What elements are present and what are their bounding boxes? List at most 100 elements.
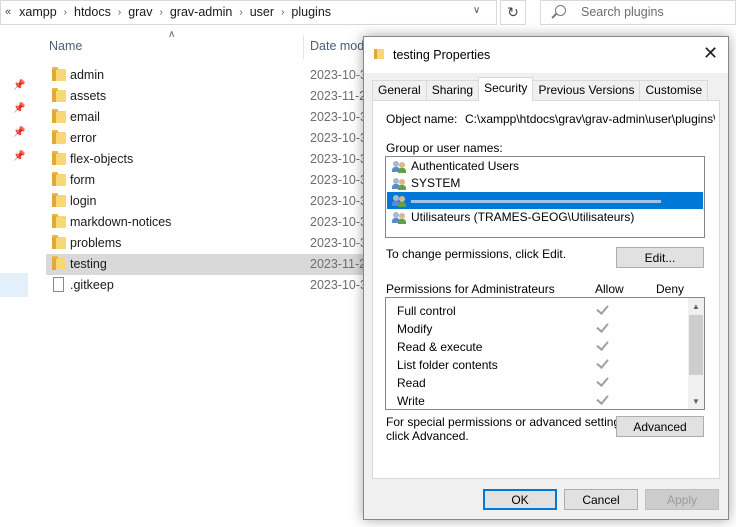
advanced-button[interactable]: Advanced <box>616 416 704 437</box>
properties-dialog: testing Properties ✕ General Sharing Sec… <box>363 36 729 520</box>
breadcrumb-item[interactable]: grav <box>128 5 152 19</box>
permissions-scrollbar[interactable]: ▲ ▼ <box>688 298 704 409</box>
breadcrumb-item[interactable]: htdocs <box>74 5 111 19</box>
tab-security[interactable]: Security <box>478 77 534 101</box>
permission-name: Modify <box>397 322 433 336</box>
ok-button[interactable]: OK <box>483 489 557 510</box>
allow-check-icon <box>596 302 609 315</box>
column-divider[interactable] <box>303 35 304 59</box>
scroll-up-icon[interactable]: ▲ <box>688 298 704 314</box>
apply-button[interactable]: Apply <box>645 489 719 510</box>
breadcrumb-chevron-icon[interactable]: › <box>239 7 242 18</box>
tab-previous-versions[interactable]: Previous Versions <box>532 80 641 100</box>
user-name: Authenticated Users <box>411 159 520 173</box>
refresh-icon: ↻ <box>507 4 519 20</box>
group-users-label: Group or user names: <box>386 141 503 155</box>
folder-icon <box>52 235 66 249</box>
breadcrumb-chevron-icon[interactable]: › <box>118 7 121 18</box>
file-name: problems <box>70 236 122 250</box>
list-item[interactable]: error 2023-10-30 <box>46 128 374 149</box>
search-placeholder: Search plugins <box>581 5 664 19</box>
user-list-item[interactable]: Authenticated Users <box>387 158 703 175</box>
sort-ascending-icon: ∧ <box>168 29 176 40</box>
tab-sharing[interactable]: Sharing <box>425 80 480 100</box>
list-item[interactable]: login 2023-10-30 <box>46 191 374 212</box>
column-header-date[interactable]: Date mod <box>310 39 364 53</box>
special-permissions-text-line1: For special permissions or advanced sett… <box>386 415 630 429</box>
users-list[interactable]: Authenticated Users SYSTEM Utilisateurs … <box>385 156 705 238</box>
breadcrumb-overflow-icon[interactable]: « <box>5 6 11 18</box>
breadcrumb-chevron-icon[interactable]: › <box>281 7 284 18</box>
edit-button[interactable]: Edit... <box>616 247 704 268</box>
list-item[interactable]: form 2023-10-30 <box>46 170 374 191</box>
list-item-selected[interactable]: testing 2023-11-2 <box>46 254 371 275</box>
file-name: email <box>70 110 100 124</box>
users-group-icon <box>392 195 406 207</box>
file-name: login <box>70 194 97 208</box>
permission-row: Full control <box>386 302 686 320</box>
tab-general[interactable]: General <box>372 80 427 100</box>
list-item[interactable]: problems 2023-10-30 <box>46 233 374 254</box>
allow-check-icon <box>596 374 609 387</box>
file-icon <box>53 277 64 292</box>
chevron-down-icon[interactable]: ∨ <box>473 5 480 16</box>
permission-row: Modify <box>386 320 686 338</box>
breadcrumb-chevron-icon[interactable]: › <box>64 7 67 18</box>
search-input[interactable]: Search plugins <box>540 0 736 25</box>
user-name: SYSTEM <box>411 176 461 190</box>
allow-check-icon <box>596 356 609 369</box>
scroll-thumb[interactable] <box>689 315 703 375</box>
user-list-item[interactable]: Utilisateurs (TRAMES-GEOG\Utilisateurs) <box>387 209 703 226</box>
change-permissions-text: To change permissions, click Edit. <box>386 247 567 261</box>
breadcrumb-item[interactable]: grav-admin <box>170 5 233 19</box>
list-item[interactable]: email 2023-10-30 <box>46 107 374 128</box>
file-name: testing <box>70 257 107 271</box>
breadcrumb-item[interactable]: xampp <box>19 5 57 19</box>
folder-icon <box>52 67 66 81</box>
dialog-titlebar[interactable]: testing Properties ✕ <box>364 37 728 73</box>
nav-item-selected[interactable] <box>0 273 28 297</box>
file-name: admin <box>70 68 105 82</box>
permission-name: Full control <box>397 304 456 318</box>
file-date: 2023-11-2 <box>310 89 367 103</box>
breadcrumb-item[interactable]: user <box>250 5 274 19</box>
permission-name: Read & execute <box>397 340 483 354</box>
address-bar[interactable]: « xampp › htdocs › grav › grav-admin › u… <box>0 0 497 25</box>
tab-strip: General Sharing Security Previous Versio… <box>372 77 709 101</box>
allow-check-icon <box>596 320 609 333</box>
list-item[interactable]: .gitkeep 2023-10-30 <box>46 275 374 296</box>
navigation-pane: 📌 📌 📌 📌 <box>0 27 30 527</box>
permission-row: Write <box>386 392 686 409</box>
user-list-item-selected[interactable] <box>387 192 703 209</box>
users-group-icon <box>392 178 406 190</box>
permission-row: Read & execute <box>386 338 686 356</box>
refresh-button[interactable]: ↻ <box>500 0 526 25</box>
file-name: flex-objects <box>70 152 134 166</box>
tab-customise[interactable]: Customise <box>639 80 709 100</box>
close-icon[interactable]: ✕ <box>703 44 718 62</box>
pin-icon: 📌 <box>13 151 26 162</box>
list-item[interactable]: admin 2023-10-30 <box>46 65 374 86</box>
dialog-title: testing Properties <box>393 48 491 62</box>
cancel-button[interactable]: Cancel <box>564 489 638 510</box>
users-group-icon <box>392 161 406 173</box>
security-panel: Object name: C:\xampp\htdocs\grav\grav-a… <box>372 100 720 479</box>
file-name: .gitkeep <box>70 278 114 292</box>
folder-icon <box>52 193 66 207</box>
permission-row: List folder contents <box>386 356 686 374</box>
permission-name: Write <box>397 394 425 408</box>
list-item[interactable]: assets 2023-11-2 <box>46 86 371 107</box>
scroll-down-icon[interactable]: ▼ <box>688 393 704 409</box>
file-name: error <box>70 131 97 145</box>
list-item[interactable]: markdown-notices 2023-10-30 <box>46 212 374 233</box>
list-item[interactable]: flex-objects 2023-10-30 <box>46 149 374 170</box>
object-name-value[interactable]: C:\xampp\htdocs\grav\grav-admin\user\plu… <box>465 112 715 126</box>
users-group-icon <box>392 212 406 224</box>
pin-icon: 📌 <box>13 127 26 138</box>
folder-icon <box>374 49 384 59</box>
permissions-list[interactable]: Full control Modify Read & execute List … <box>385 297 705 410</box>
user-list-item[interactable]: SYSTEM <box>387 175 703 192</box>
breadcrumb-chevron-icon[interactable]: › <box>160 7 163 18</box>
column-header-name[interactable]: Name <box>49 39 82 53</box>
breadcrumb-item[interactable]: plugins <box>291 5 331 19</box>
